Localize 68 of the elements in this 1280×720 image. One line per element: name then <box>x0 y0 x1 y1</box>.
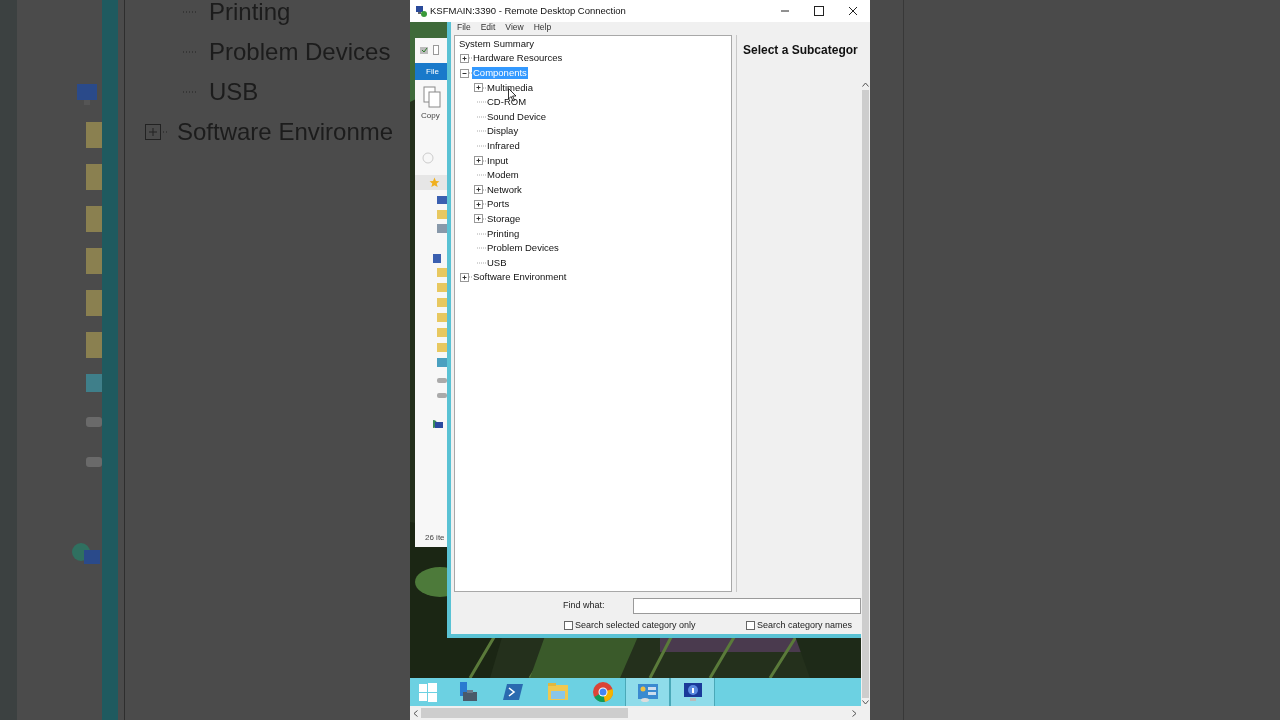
copy-label: Copy <box>421 110 441 122</box>
checkbox-label: Search category names <box>757 618 853 632</box>
windows-icon <box>416 681 439 703</box>
tree-item[interactable]: Hardware Resources <box>472 52 564 65</box>
checkbox-label: Search selected category only <box>575 618 696 632</box>
status-text: 26 ite <box>425 532 446 544</box>
tree-item[interactable]: Network <box>486 183 523 196</box>
scroll-thumb[interactable] <box>421 708 628 718</box>
tree-item[interactable]: Ports <box>486 198 511 211</box>
tree-connector <box>469 276 472 279</box>
tree-connector <box>483 203 486 206</box>
find-label: Find what: <box>563 599 606 613</box>
taskbar-button[interactable] <box>670 678 715 706</box>
tree-item[interactable]: Problem Devices <box>486 242 560 255</box>
tree-connector <box>474 145 486 147</box>
find-field[interactable] <box>633 598 861 615</box>
tree-connector <box>474 232 486 235</box>
copy-icon <box>423 86 441 108</box>
remote-desktop-icon <box>415 5 427 17</box>
control-panel-icon <box>636 681 659 703</box>
tree-connector <box>474 247 486 250</box>
tree-connector <box>474 130 486 133</box>
tree-item[interactable]: USB <box>486 256 508 269</box>
tree-connector <box>483 86 486 89</box>
window-title: KSFMAIN:3390 - Remote Desktop Connection <box>430 3 626 18</box>
file-tab[interactable]: File <box>415 63 447 80</box>
menu-item[interactable]: View <box>505 22 524 33</box>
tree-item[interactable]: Input <box>486 154 510 167</box>
tree-item[interactable]: Display <box>486 125 520 138</box>
tree-item[interactable]: Software Environment <box>472 271 568 284</box>
tree-item[interactable]: CD-ROM <box>486 96 528 109</box>
tree-connector <box>474 101 486 104</box>
menu-item[interactable]: Help <box>533 22 552 33</box>
menu-item[interactable]: File <box>457 22 471 33</box>
properties-icon <box>419 45 429 55</box>
document-icon <box>433 45 439 55</box>
checkbox[interactable] <box>746 620 755 630</box>
back-icon <box>422 152 434 164</box>
tree-item[interactable]: System Summary <box>458 37 535 50</box>
folder-icon <box>546 681 569 703</box>
expand-icon <box>145 124 161 140</box>
tree-item[interactable]: Sound Device <box>486 110 548 123</box>
maximize-icon <box>814 6 824 16</box>
tree-item[interactable]: Infrared <box>486 140 521 152</box>
tree-connector <box>483 188 486 191</box>
browser-icon <box>591 681 614 703</box>
tree-connector <box>474 115 486 118</box>
checkbox[interactable] <box>564 620 573 630</box>
detail-heading: Select a Subcategor <box>743 41 859 59</box>
tree-connector <box>469 57 472 60</box>
tree-connector <box>469 72 472 75</box>
tree-connector <box>474 174 486 177</box>
scroll-thumb[interactable] <box>862 90 869 698</box>
tree-connector <box>483 217 486 220</box>
tree-item[interactable]: Storage <box>486 212 522 225</box>
tree-item[interactable]: Printing <box>486 227 521 240</box>
scroll-left-icon <box>413 709 418 717</box>
terminal-icon <box>501 681 524 703</box>
tree-item[interactable]: Modem <box>486 169 520 182</box>
scroll-up-icon <box>862 82 869 87</box>
monitor-icon <box>681 681 704 703</box>
tree-connector <box>483 159 486 162</box>
tree-item[interactable]: Multimedia <box>486 81 534 94</box>
star-icon <box>429 177 440 188</box>
scroll-right-icon <box>852 709 857 717</box>
tree-connector <box>474 261 486 264</box>
menu-item[interactable]: Edit <box>480 22 496 33</box>
close-icon <box>848 6 858 16</box>
